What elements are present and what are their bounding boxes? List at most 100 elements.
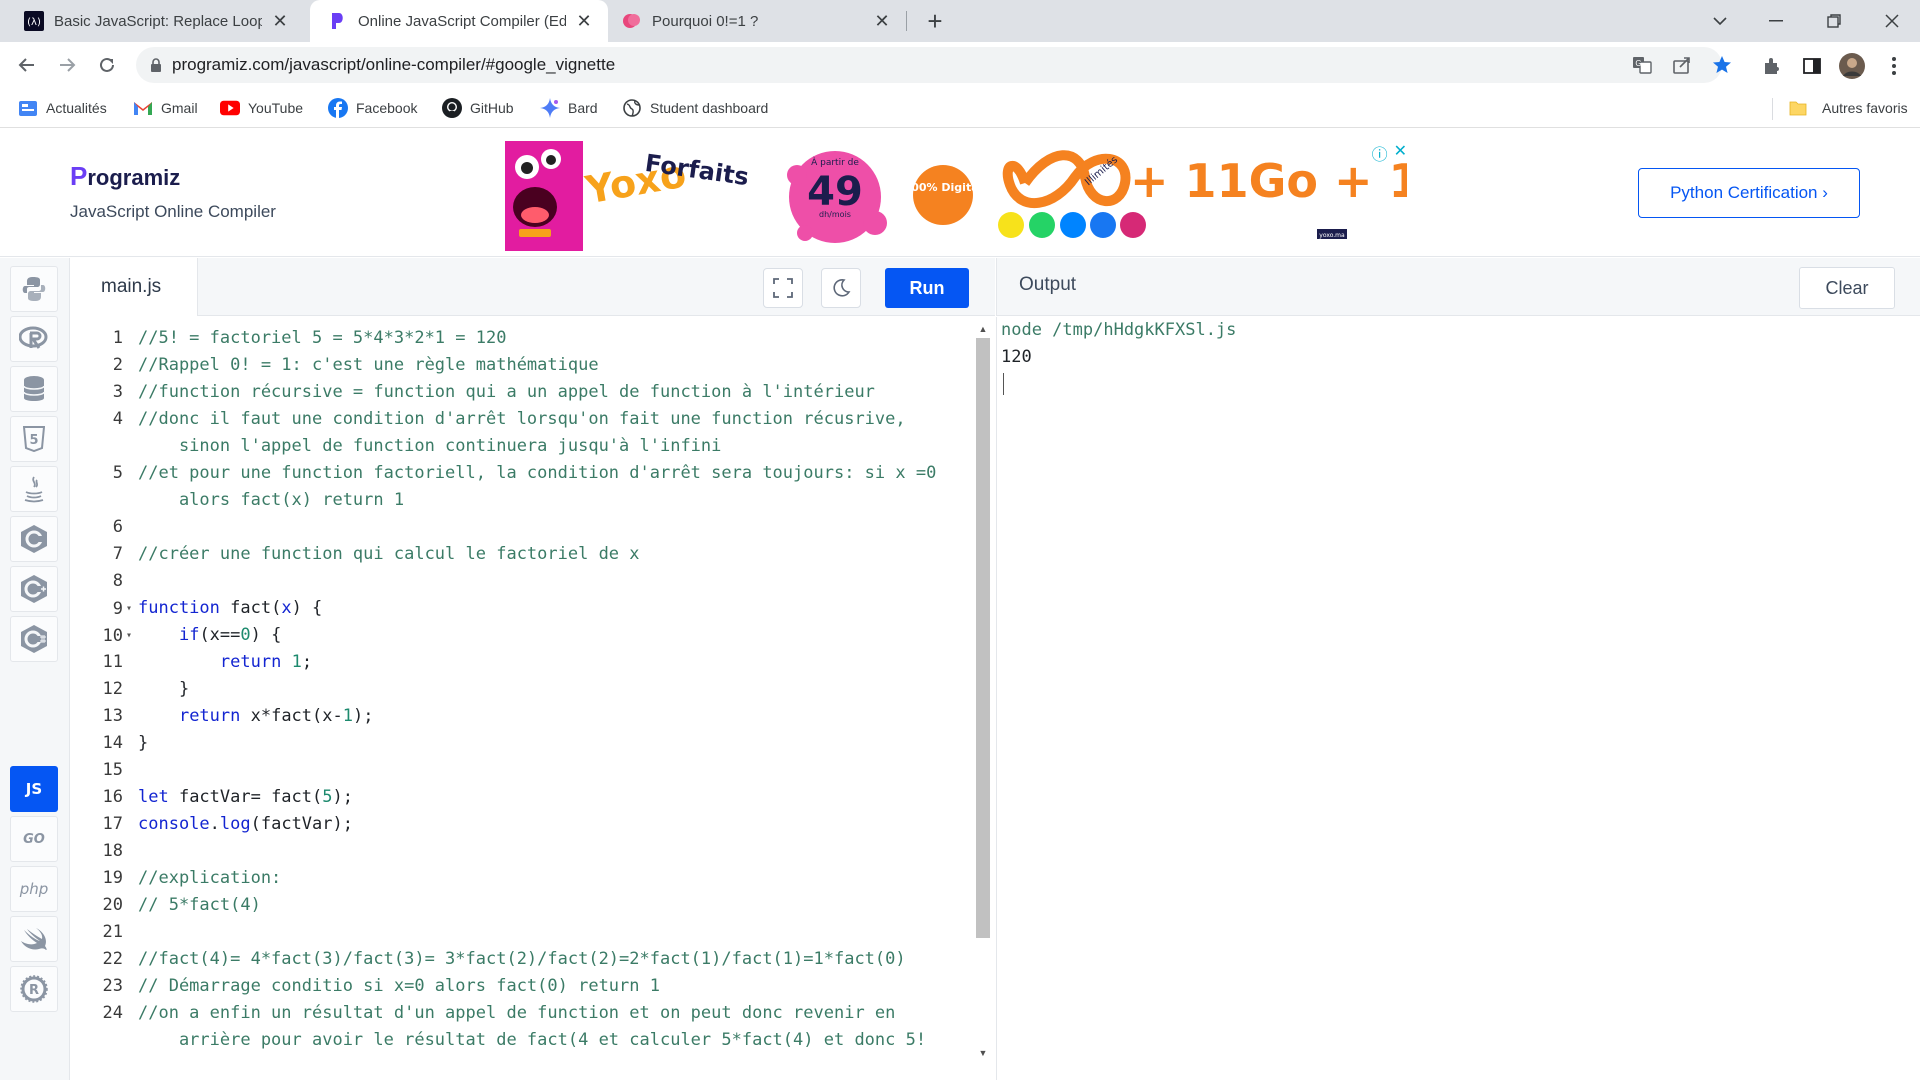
line-number: 7 xyxy=(112,544,123,564)
news-icon xyxy=(18,98,38,118)
close-tab-icon[interactable]: ✕ xyxy=(572,9,596,33)
fold-arrow-icon[interactable]: ▾ xyxy=(123,595,135,622)
restore-button[interactable] xyxy=(1806,0,1862,42)
browser-menu-icon[interactable] xyxy=(1882,54,1906,78)
bookmark-github[interactable]: GitHub xyxy=(442,96,514,120)
line-number: 12 xyxy=(102,679,123,699)
browser-tab-pourquoi[interactable]: Pourquoi 0!=1 ? ✕ xyxy=(608,0,906,42)
code-line[interactable]: //et pour une function factoriell, la co… xyxy=(138,460,936,487)
browser-tab-freecodecamp[interactable]: (λ) Basic JavaScript: Replace Loops u ✕ xyxy=(0,0,304,42)
bookmark-gmail[interactable]: Gmail xyxy=(133,96,198,120)
expand-icon xyxy=(773,278,793,298)
code-line[interactable]: //5! = factoriel 5 = 5*4*3*2*1 = 120 xyxy=(138,325,506,352)
programiz-logo[interactable]: Programiz xyxy=(70,161,180,192)
go-icon[interactable]: GO xyxy=(10,816,58,862)
other-bookmarks-folder[interactable]: Autres favoris xyxy=(1788,96,1908,120)
code-line[interactable]: return x*fact(x-1); xyxy=(138,703,374,730)
code-editor[interactable]: 1 2 3 4 5 6 7 8 9 ▾ 10 ▾ 11 12 13 14 15 16 17 18 19 20 21 22 23 2… xyxy=(71,317,995,1080)
output-cursor xyxy=(1003,373,1004,395)
output-panel[interactable]: node /tmp/hHdgkKFXSl.js 120 xyxy=(996,317,1920,1080)
extensions-icon[interactable] xyxy=(1760,54,1784,78)
python-icon[interactable] xyxy=(10,266,58,312)
run-button[interactable]: Run xyxy=(885,268,969,308)
github-icon xyxy=(442,98,462,118)
c-icon[interactable] xyxy=(10,516,58,562)
code-line[interactable]: arrière pour avoir le résultat de fact(4… xyxy=(138,1027,926,1054)
line-number xyxy=(71,1027,135,1054)
line-number: 4 xyxy=(112,409,123,429)
code-line[interactable]: let factVar= fact(5); xyxy=(138,784,353,811)
code-line[interactable]: sinon l'appel de function continuera jus… xyxy=(138,433,721,460)
code-line[interactable]: //on a enfin un résultat d'un appel de f… xyxy=(138,1000,895,1027)
rust-icon[interactable]: R xyxy=(10,966,58,1012)
moon-icon xyxy=(833,279,851,297)
python-certification-button[interactable]: Python Certification › xyxy=(1638,168,1860,218)
globe-icon xyxy=(622,98,642,118)
bookmark-youtube[interactable]: YouTube xyxy=(220,96,303,120)
page-subtitle: JavaScript Online Compiler xyxy=(70,202,276,221)
bookmark-bard[interactable]: Bard xyxy=(540,96,598,120)
html5-icon[interactable]: 5 xyxy=(10,416,58,462)
new-tab-button[interactable]: + xyxy=(920,6,950,36)
translate-icon[interactable]: G xyxy=(1632,55,1652,75)
code-line[interactable]: // Démarrage conditio si x=0 alors fact(… xyxy=(138,973,660,1000)
code-line[interactable]: //fact(4)= 4*fact(3)/fact(3)= 3*fact(2)/… xyxy=(138,946,906,973)
browser-toolbar: programiz.com/javascript/online-compiler… xyxy=(0,42,1920,88)
dark-mode-button[interactable] xyxy=(821,268,861,308)
scroll-up-arrow[interactable]: ▲ xyxy=(974,323,992,335)
scrollbar-thumb[interactable] xyxy=(976,338,990,938)
close-tab-icon[interactable]: ✕ xyxy=(268,9,292,33)
code-line[interactable]: if(x==0) { xyxy=(138,622,281,649)
close-window-button[interactable] xyxy=(1864,0,1920,42)
back-button[interactable] xyxy=(12,50,42,80)
code-line[interactable]: //explication: xyxy=(138,865,281,892)
code-line[interactable]: } xyxy=(138,676,189,703)
forward-button[interactable] xyxy=(52,50,82,80)
ad-info-icon[interactable]: ⓘ xyxy=(1372,141,1388,165)
cpp-icon[interactable] xyxy=(10,566,58,612)
minimize-button[interactable] xyxy=(1748,0,1804,42)
output-header: Output Clear xyxy=(996,258,1920,316)
line-number: 3 xyxy=(112,382,123,402)
bookmark-star-icon[interactable] xyxy=(1712,55,1732,75)
browser-tab-strip: (λ) Basic JavaScript: Replace Loops u ✕ … xyxy=(0,0,1920,42)
bookmark-student-dashboard[interactable]: Student dashboard xyxy=(622,96,768,120)
clear-button[interactable]: Clear xyxy=(1799,267,1895,309)
code-line[interactable]: } xyxy=(138,730,148,757)
file-tab-main-js[interactable]: main.js xyxy=(71,258,198,316)
close-tab-icon[interactable]: ✕ xyxy=(870,9,894,33)
java-icon[interactable] xyxy=(10,466,58,512)
code-line[interactable]: //function récursive = function qui a un… xyxy=(138,379,875,406)
code-line[interactable]: //créer une function qui calcul le facto… xyxy=(138,541,640,568)
sql-icon[interactable] xyxy=(10,366,58,412)
browser-tab-programiz[interactable]: Online JavaScript Compiler (Editc ✕ xyxy=(310,0,608,42)
bookmark-facebook[interactable]: Facebook xyxy=(328,96,417,120)
code-line[interactable]: alors fact(x) return 1 xyxy=(138,487,404,514)
php-icon[interactable]: php xyxy=(10,866,58,912)
advertisement-banner[interactable]: Yoxo Forfaits À partir de 49 dh/mois 100… xyxy=(505,137,1459,251)
reload-button[interactable] xyxy=(92,50,122,80)
fold-arrow-icon[interactable]: ▾ xyxy=(123,622,135,649)
side-panel-icon[interactable] xyxy=(1800,54,1824,78)
ad-choices[interactable]: ⓘ ✕ xyxy=(1372,141,1407,165)
share-icon[interactable] xyxy=(1672,55,1692,75)
code-line[interactable]: console.log(factVar); xyxy=(138,811,353,838)
address-bar[interactable]: programiz.com/javascript/online-compiler… xyxy=(136,47,1722,83)
fullscreen-button[interactable] xyxy=(763,268,803,308)
swift-icon[interactable] xyxy=(10,916,58,962)
ad-close-icon[interactable]: ✕ xyxy=(1394,141,1407,165)
code-line[interactable]: return 1; xyxy=(138,649,312,676)
profile-avatar[interactable] xyxy=(1838,52,1866,80)
code-line[interactable]: //donc il faut une condition d'arrêt lor… xyxy=(138,406,906,433)
line-number: 5 xyxy=(112,463,123,483)
code-line[interactable]: function fact(x) { xyxy=(138,595,322,622)
r-icon[interactable] xyxy=(10,316,58,362)
js-icon[interactable]: JS xyxy=(10,766,58,812)
code-line[interactable]: // 5*fact(4) xyxy=(138,892,261,919)
bookmark-actualites[interactable]: Actualités xyxy=(18,96,107,120)
tab-search-icon[interactable] xyxy=(1692,0,1748,42)
code-line[interactable]: //Rappel 0! = 1: c'est une règle mathéma… xyxy=(138,352,599,379)
lock-icon[interactable] xyxy=(150,57,162,73)
csharp-icon[interactable] xyxy=(10,616,58,662)
scroll-down-arrow[interactable]: ▼ xyxy=(974,1047,992,1059)
